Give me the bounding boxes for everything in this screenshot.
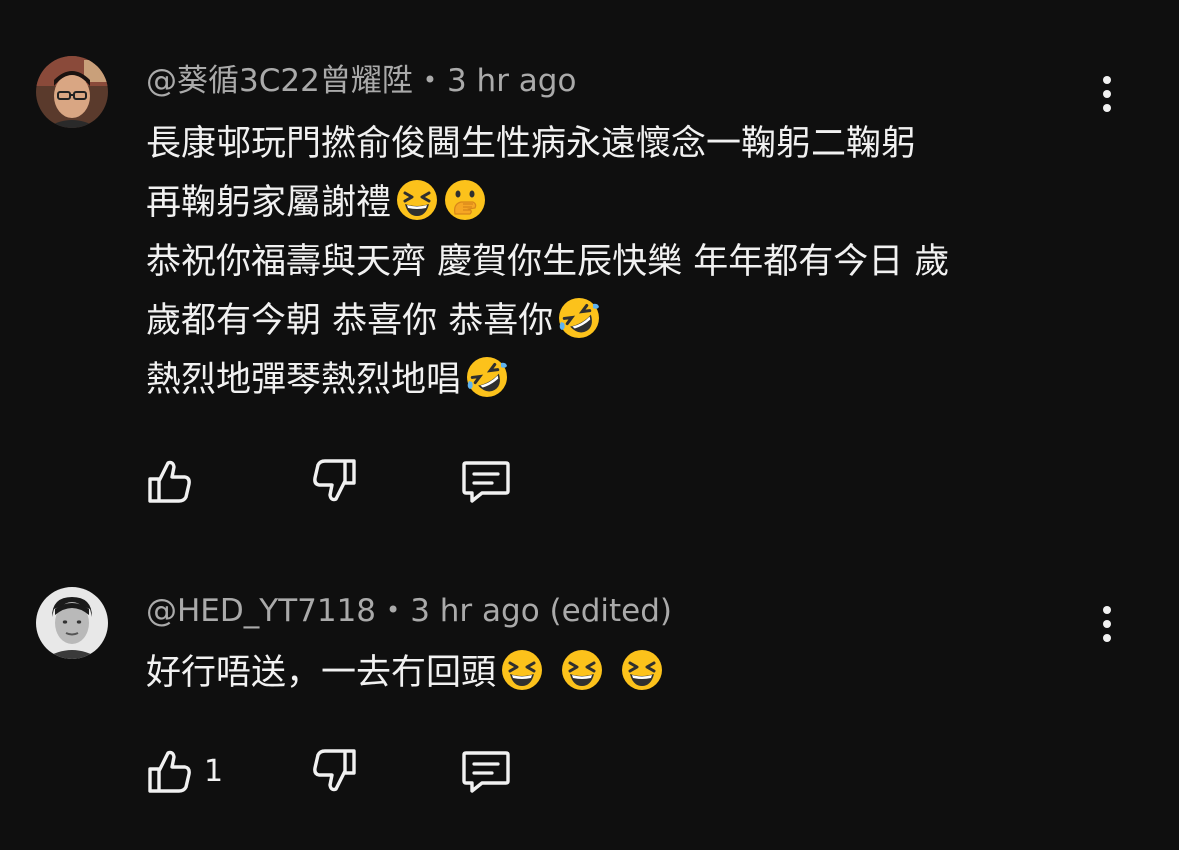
author-name[interactable]: @葵循3C22曾耀陞 <box>146 63 413 99</box>
face-with-hand-over-mouth-icon <box>445 180 486 220</box>
author-name[interactable]: @HED_YT7118 <box>146 593 376 629</box>
comment-line: 長康邨玩門撚俞俊閪生性病永遠懷念一鞠躬二鞠躬 <box>146 124 917 164</box>
comment-text: 長康邨玩門撚俞俊閪生性病永遠懷念一鞠躬二鞠躬 再鞠躬家屬謝禮 恭祝你福壽與天齊 … <box>146 115 1106 410</box>
comment-header: @HED_YT7118 • 3 hr ago (edited) <box>146 591 672 633</box>
grinning-squinting-face-icon <box>622 650 663 690</box>
thumbs-up-icon <box>148 750 191 793</box>
comment-line: 熱烈地彈琴熱烈地唱 <box>146 351 1106 410</box>
comment-line: 再鞠躬家屬謝禮 <box>146 174 1106 233</box>
edited-label: (edited) <box>549 593 672 629</box>
reply-icon <box>462 461 510 503</box>
dislike-button[interactable] <box>312 746 358 796</box>
thumbs-down-icon <box>313 459 356 502</box>
comment-header: @葵循3C22曾耀陞 • 3 hr ago <box>146 61 576 103</box>
rolling-on-floor-laughing-icon <box>559 298 600 338</box>
reply-button[interactable] <box>460 746 512 796</box>
dislike-button[interactable] <box>312 456 358 506</box>
comment-text: 好行唔送，一去冇回頭 <box>146 644 1106 703</box>
thumbs-down-icon <box>313 749 356 792</box>
comment-line: 恭祝你福壽與天齊 慶賀你生辰快樂 年年都有今日 歲 <box>146 242 950 282</box>
more-vertical-icon[interactable] <box>1090 70 1124 118</box>
reply-icon <box>462 751 510 793</box>
comment-line: 歲都有今朝 恭喜你 恭喜你 <box>146 292 1106 351</box>
grinning-squinting-face-icon <box>502 650 543 690</box>
like-button[interactable]: 1 <box>146 746 223 796</box>
separator-dot: • <box>386 595 401 624</box>
like-button[interactable] <box>146 456 204 506</box>
avatar[interactable] <box>36 587 108 659</box>
more-vertical-icon[interactable] <box>1090 600 1124 648</box>
reply-button[interactable] <box>460 456 512 506</box>
like-count: 1 <box>204 753 224 789</box>
comment-time: 3 hr ago <box>410 593 540 629</box>
grinning-squinting-face-icon <box>562 650 603 690</box>
thumbs-up-icon <box>148 460 191 503</box>
avatar[interactable] <box>36 56 108 128</box>
rolling-on-floor-laughing-icon <box>467 357 508 397</box>
grinning-squinting-face-icon <box>397 180 438 220</box>
comment-line: 好行唔送，一去冇回頭 <box>146 644 1106 703</box>
separator-dot: • <box>422 65 437 94</box>
comment-time: 3 hr ago <box>446 63 577 99</box>
